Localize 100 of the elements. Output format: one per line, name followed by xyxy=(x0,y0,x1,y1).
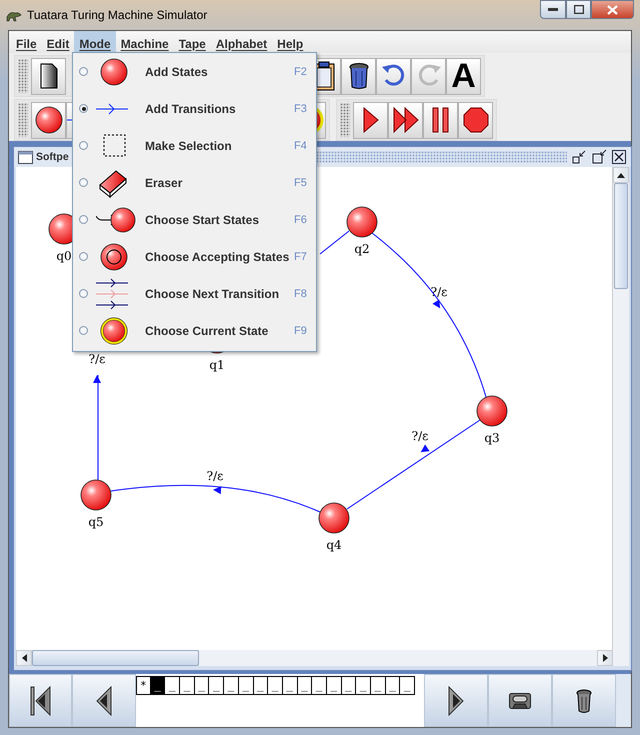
close-button[interactable] xyxy=(611,149,627,165)
tape-cell[interactable]: _ xyxy=(356,676,371,695)
run-button[interactable] xyxy=(353,102,388,138)
maximize-button[interactable] xyxy=(591,149,607,165)
toolbar-grip[interactable] xyxy=(18,59,28,93)
step-left-button[interactable] xyxy=(72,674,136,727)
tape-cell[interactable]: _ xyxy=(180,676,195,695)
tape-cell[interactable]: _ xyxy=(254,676,268,695)
menu-item[interactable]: Help xyxy=(272,31,308,53)
minimize-button[interactable] xyxy=(540,0,566,19)
rewind-button[interactable] xyxy=(9,674,72,727)
state-node[interactable] xyxy=(80,480,112,510)
tape-cell[interactable]: _ xyxy=(150,676,166,695)
tape-cell[interactable]: _ xyxy=(209,676,224,695)
menu-item[interactable]: Choose Next Transition F8 xyxy=(73,275,316,312)
state-icon xyxy=(34,106,62,134)
text-button[interactable]: A xyxy=(446,58,481,94)
tape-cell[interactable]: _ xyxy=(371,676,386,695)
menu-item[interactable]: Edit xyxy=(42,31,74,53)
right-arrow-icon xyxy=(602,654,608,662)
menu-item[interactable]: Make Selection F4 xyxy=(73,127,316,164)
tape-cell[interactable]: _ xyxy=(342,676,356,695)
menu-item[interactable]: Alphabet xyxy=(210,31,272,53)
minimize-icon xyxy=(548,8,558,12)
state-label: q5 xyxy=(88,515,104,529)
radio-button[interactable] xyxy=(79,67,88,76)
tape-cell[interactable]: _ xyxy=(386,676,400,695)
window-title: Tuatara Turing Machine Simulator xyxy=(27,8,208,22)
menu-item[interactable]: Machine xyxy=(116,31,174,53)
radio-button[interactable] xyxy=(79,104,88,113)
scroll-right-button[interactable] xyxy=(597,650,613,666)
tape-cell[interactable]: _ xyxy=(298,676,312,695)
iconify-button[interactable] xyxy=(571,149,587,165)
cassette-button[interactable] xyxy=(488,674,552,727)
horizontal-scrollbar[interactable] xyxy=(16,650,629,666)
scroll-thumb[interactable] xyxy=(32,650,199,666)
tape-cell[interactable]: _ xyxy=(400,676,416,695)
toolbar-grip[interactable] xyxy=(340,103,350,137)
radio-button[interactable] xyxy=(79,215,88,224)
menu-item[interactable]: Add Transitions F3 xyxy=(73,90,316,127)
menu-item[interactable]: File xyxy=(11,31,42,53)
transition-line xyxy=(320,230,350,254)
tape-cell[interactable]: _ xyxy=(312,676,327,695)
tape-cell[interactable]: _ xyxy=(238,676,254,695)
radio-button[interactable] xyxy=(79,178,88,187)
vertical-scrollbar[interactable] xyxy=(612,167,629,650)
transition-label: ?/ε xyxy=(430,285,448,299)
radio-button[interactable] xyxy=(79,141,88,150)
window-icon xyxy=(18,150,33,164)
tape-cell[interactable]: _ xyxy=(268,676,283,695)
play-icon xyxy=(362,107,378,133)
menu-item[interactable]: Add States F2 xyxy=(73,53,316,90)
fast-forward-button[interactable] xyxy=(388,102,423,138)
menu-item[interactable]: Choose Current State F9 xyxy=(73,312,316,349)
radio-button[interactable] xyxy=(79,289,88,298)
step-right-button[interactable] xyxy=(424,674,488,727)
machine-window-title: Softpe xyxy=(36,151,69,163)
tape-cell[interactable]: _ xyxy=(194,676,210,695)
new-button[interactable] xyxy=(31,58,66,94)
state-node[interactable] xyxy=(318,502,350,534)
delete-button[interactable] xyxy=(341,58,376,94)
state-node[interactable] xyxy=(476,396,508,426)
state-label: q0 xyxy=(56,249,72,263)
undo-button[interactable] xyxy=(376,58,411,94)
tape-cell[interactable]: _ xyxy=(282,676,298,695)
scroll-up-button[interactable] xyxy=(613,167,629,183)
pause-icon xyxy=(432,107,450,133)
menu-item[interactable]: Tape xyxy=(174,31,211,53)
toolbar-grip[interactable] xyxy=(18,103,28,137)
menu-item[interactable]: Mode xyxy=(74,31,116,53)
menu-item[interactable]: Eraser F5 xyxy=(73,164,316,201)
left-triangle-icon xyxy=(96,686,112,716)
skip-to-start-icon xyxy=(30,686,52,716)
state-label: q3 xyxy=(484,431,500,445)
clear-tape-button[interactable] xyxy=(552,674,616,727)
fast-forward-icon xyxy=(392,107,418,133)
state-node[interactable] xyxy=(346,206,378,238)
stop-button[interactable] xyxy=(458,102,493,138)
tape-cell[interactable]: _ xyxy=(165,676,180,695)
trash-can-icon xyxy=(348,62,370,90)
maximize-button[interactable] xyxy=(566,0,591,19)
close-icon xyxy=(611,149,627,165)
state-button[interactable] xyxy=(31,102,66,138)
new-file-icon xyxy=(40,63,58,89)
scroll-thumb[interactable] xyxy=(614,183,628,289)
transition-label: ?/ε xyxy=(412,429,428,443)
radio-button[interactable] xyxy=(79,252,88,261)
right-triangle-icon xyxy=(448,686,464,716)
cassette-icon xyxy=(509,692,531,708)
tape-cell[interactable]: * xyxy=(136,676,151,695)
stop-icon xyxy=(462,107,488,133)
tape-cell[interactable]: _ xyxy=(224,676,239,695)
tape-cell[interactable]: _ xyxy=(326,676,342,695)
up-arrow-icon xyxy=(617,172,625,178)
menu-item[interactable]: Choose Start States F6 xyxy=(73,201,316,238)
scroll-left-button[interactable] xyxy=(16,650,32,666)
transition-label: ?/ε xyxy=(88,352,106,366)
radio-button[interactable] xyxy=(79,326,88,335)
pause-button[interactable] xyxy=(423,102,458,138)
menu-item[interactable]: Choose Accepting States F7 xyxy=(73,238,316,275)
